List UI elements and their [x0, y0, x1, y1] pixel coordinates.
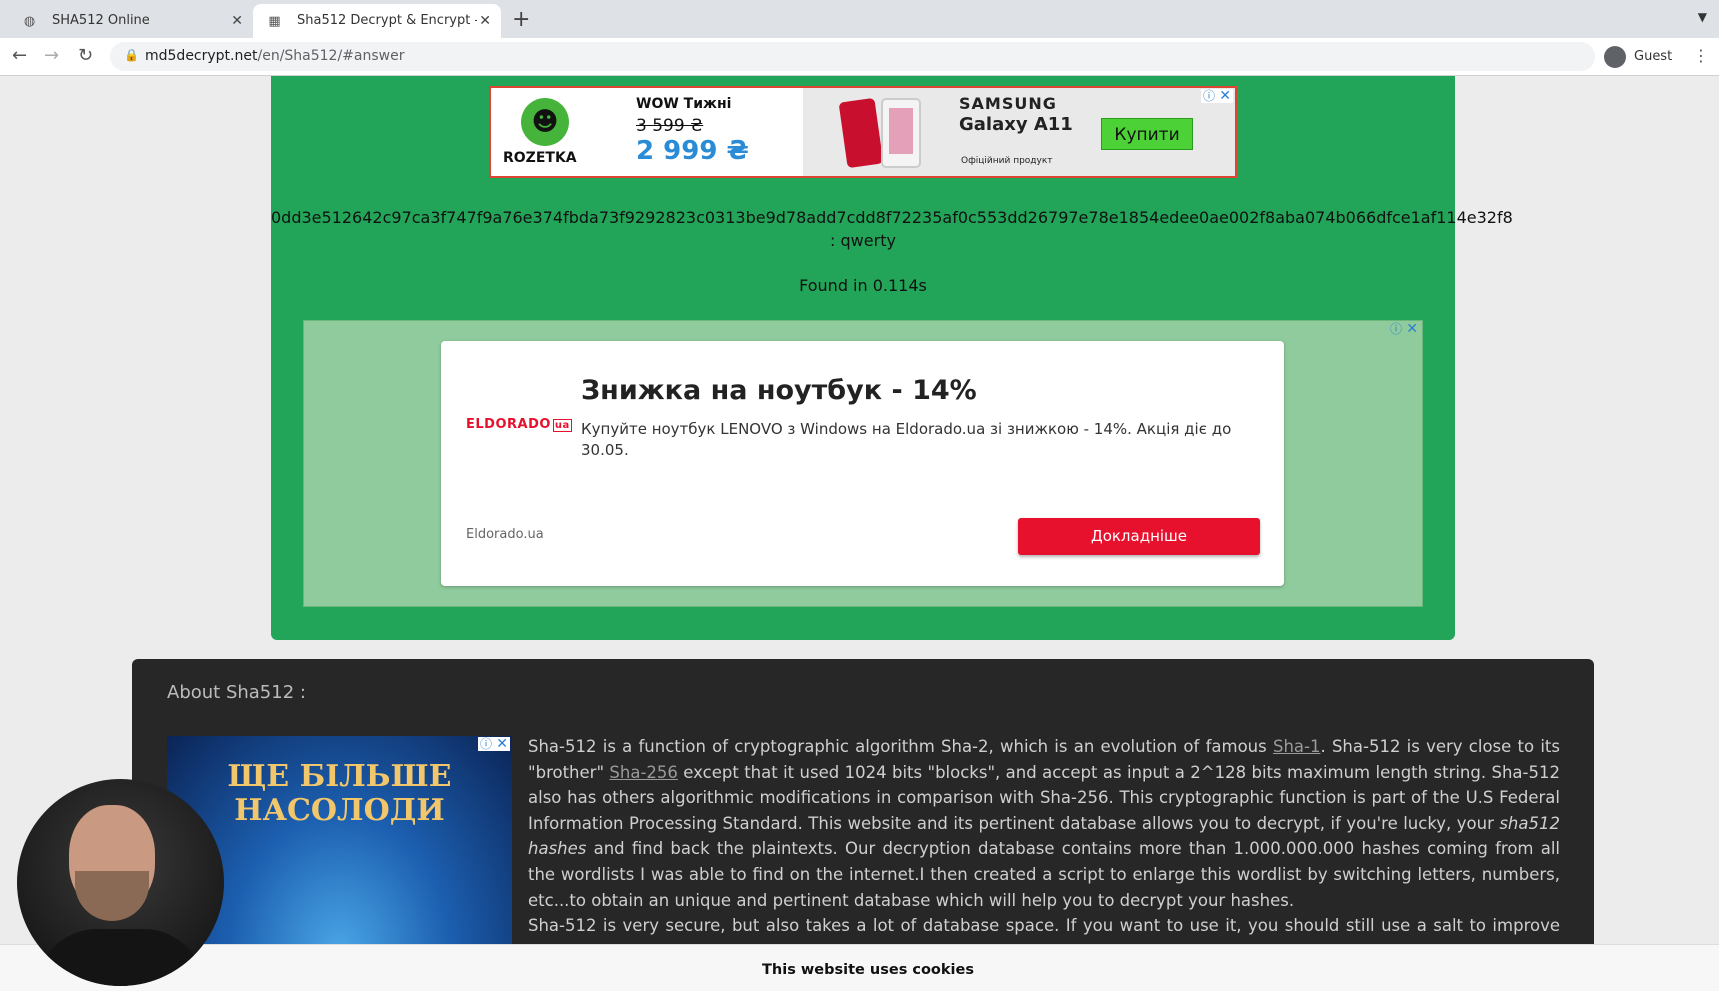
close-tab-icon[interactable]: ✕ [231, 4, 243, 38]
about-ad-text: ЩЕ БІЛЬШЕ НАСОЛОДИ [227, 759, 452, 828]
ad-left-section: ☻ ROZETKA WOW Тижні 3 599 ₴ 2 999 ₴ [491, 88, 803, 176]
new-tab-plus-icon[interactable]: + [512, 8, 530, 32]
ad-site: Eldorado.ua [466, 527, 544, 542]
about-text-part: and find back the plaintexts. Our decryp… [528, 839, 1560, 910]
adchoices-icon[interactable]: ⓘ [477, 737, 494, 751]
ad-close-icon[interactable]: ✕ [494, 737, 510, 751]
site-favicon-icon: ▦ [268, 14, 281, 29]
adchoices-icon[interactable]: ⓘ [1388, 322, 1404, 336]
about-text-part: Sha-512 is a function of cryptographic a… [528, 737, 1273, 756]
buy-button[interactable]: Купити [1101, 118, 1193, 150]
adchoices-icon[interactable]: ⓘ [1200, 89, 1217, 103]
about-title: About Sha512 : [167, 682, 306, 703]
forward-arrow-icon[interactable]: → [44, 46, 59, 66]
rozetka-smile-icon: ☻ [521, 98, 569, 146]
ad-official: Офіційний продукт [961, 156, 1053, 166]
presenter-beard [75, 871, 149, 921]
ad-promo: WOW Тижні [636, 96, 732, 112]
lock-icon[interactable]: 🔒 [124, 48, 139, 62]
ad-product-brand: SAMSUNG [959, 94, 1057, 113]
ad-right-section: SAMSUNG Galaxy A11 Офіційний продукт Куп… [803, 88, 1235, 176]
about-text: Sha-512 is a function of cryptographic a… [528, 734, 1560, 964]
profile-button[interactable]: Guest [1604, 44, 1672, 70]
url-text[interactable]: md5decrypt.net/en/Sha512/#answer [145, 48, 404, 64]
eldorado-ad-card[interactable]: ELDORADO ua Знижка на ноутбук - 14% Купуй… [441, 341, 1284, 586]
ad-close-icon[interactable]: ✕ [1217, 89, 1233, 103]
url-host: md5decrypt.net [145, 48, 258, 64]
tab-label: Sha512 Decrypt & Encrypt - M [297, 13, 477, 28]
eldorado-logo: ELDORADO ua [466, 417, 572, 432]
tab-sha512-decrypt[interactable]: ▦ Sha512 Decrypt & Encrypt - M ✕ [253, 4, 501, 38]
ad-brand: ROZETKA [503, 150, 577, 166]
result-panel: ☻ ROZETKA WOW Тижні 3 599 ₴ 2 999 ₴ SAMS… [271, 76, 1513, 640]
eldorado-logo-text: ELDORADO [466, 417, 551, 432]
url-path: /en/Sha512/#answer [257, 48, 405, 64]
address-bar[interactable]: 🔒 md5decrypt.net/en/Sha512/#answer [110, 42, 1595, 71]
avatar-icon [1604, 45, 1626, 68]
eldorado-ad-frame: ⓘ ✕ ELDORADO ua Знижка на ноутбук - 14% К… [303, 320, 1423, 607]
phone-white-image [881, 98, 921, 168]
ad-product-model: Galaxy A11 [959, 114, 1073, 135]
learn-more-button[interactable]: Докладніше [1018, 518, 1260, 555]
ad-close-icon[interactable]: ✕ [1404, 322, 1420, 336]
about-panel: About Sha512 : ЩЕ БІЛЬШЕ НАСОЛОДИ ⓘ ✕ Sh… [132, 659, 1594, 991]
cookie-banner: This website uses cookies [0, 944, 1719, 991]
ad-description: Купуйте ноутбук LENOVO з Windows на Eldo… [581, 420, 1232, 459]
cookie-title: This website uses cookies [762, 962, 974, 978]
tab-strip: ◍ SHA512 Online ✕ ▦ Sha512 Decrypt & Enc… [0, 0, 1719, 38]
presenter-shirt [37, 929, 204, 986]
ad-old-price: 3 599 ₴ [636, 116, 704, 136]
hash-result: 0dd3e512642c97ca3f747f9a76e374fbda73f929… [271, 206, 1513, 252]
phone-red-image [838, 97, 884, 169]
tab-search-chevron-icon[interactable]: ▼ [1698, 10, 1707, 24]
profile-label: Guest [1634, 49, 1673, 64]
webcam-overlay [17, 779, 224, 986]
sha256-link[interactable]: Sha-256 [609, 763, 678, 782]
close-tab-icon[interactable]: ✕ [479, 4, 491, 38]
found-time: Found in 0.114s [799, 276, 927, 295]
ad-new-price: 2 999 ₴ [636, 136, 749, 166]
plaintext-value: : qwerty [830, 231, 896, 250]
tab-sha512-online[interactable]: ◍ SHA512 Online ✕ [8, 4, 253, 38]
reload-icon[interactable]: ↻ [78, 46, 93, 66]
phones-image [838, 97, 935, 170]
sha1-link[interactable]: Sha-1 [1273, 737, 1321, 756]
rozetka-ad-banner[interactable]: ☻ ROZETKA WOW Тижні 3 599 ₴ 2 999 ₴ SAMS… [489, 86, 1237, 178]
globe-icon: ◍ [23, 14, 36, 29]
browser-toolbar: ← → ↻ 🔒 md5decrypt.net/en/Sha512/#answer… [0, 38, 1719, 76]
ad-title[interactable]: Знижка на ноутбук - 14% [581, 375, 977, 406]
hash-value: 0dd3e512642c97ca3f747f9a76e374fbda73f929… [271, 208, 1513, 227]
tab-label: SHA512 Online [52, 13, 150, 28]
back-arrow-icon[interactable]: ← [12, 46, 27, 66]
menu-kebab-icon[interactable]: ⋮ [1693, 46, 1709, 65]
about-text-part: except that it used 1024 bits "blocks", … [528, 762, 1560, 833]
